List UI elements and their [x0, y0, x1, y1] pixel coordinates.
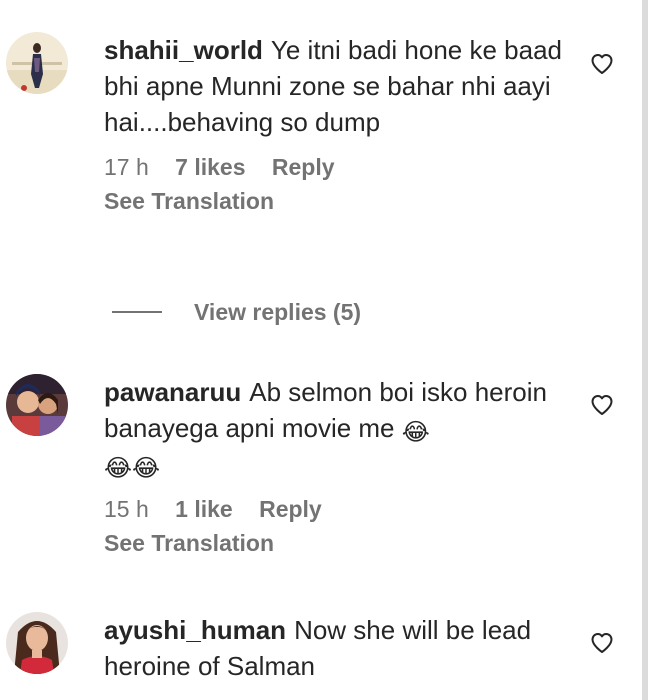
- view-replies-button[interactable]: View replies (5): [112, 296, 361, 328]
- comment-username[interactable]: shahii_world: [104, 35, 263, 65]
- likes-count[interactable]: 7 likes: [175, 154, 245, 180]
- see-translation-link[interactable]: See Translation: [104, 186, 564, 216]
- right-border: [642, 0, 648, 700]
- heart-outline-icon[interactable]: [590, 393, 614, 417]
- see-translation-link[interactable]: See Translation: [104, 528, 564, 558]
- comment-meta: 15 h 1 like Reply: [104, 494, 564, 524]
- view-replies-label: View replies (5): [194, 298, 362, 325]
- avatar[interactable]: [6, 374, 68, 436]
- comment-text: pawanaruu Ab selmon boi isko heroin banay…: [104, 374, 564, 482]
- replies-divider: [112, 311, 162, 313]
- heart-outline-icon[interactable]: [590, 52, 614, 76]
- reply-button[interactable]: Reply: [272, 154, 335, 180]
- avatar[interactable]: [6, 612, 68, 674]
- laughing-emoji: 😂: [401, 419, 430, 446]
- laughing-emoji: 😂😂: [104, 455, 161, 482]
- comment-text: shahii_world Ye itni badi hone ke baad bh…: [104, 32, 564, 140]
- comment-time: 15 h: [104, 496, 149, 522]
- reply-button[interactable]: Reply: [259, 496, 322, 522]
- avatar[interactable]: [6, 32, 68, 94]
- comment-username[interactable]: ayushi_human: [104, 615, 286, 645]
- comment-username[interactable]: pawanaruu: [104, 377, 241, 407]
- heart-outline-icon[interactable]: [590, 631, 614, 655]
- comment-text: ayushi_human Now she will be lead heroine…: [104, 612, 564, 684]
- comment-meta: 17 h 7 likes Reply: [104, 152, 564, 182]
- comment-time: 17 h: [104, 154, 149, 180]
- likes-count[interactable]: 1 like: [175, 496, 233, 522]
